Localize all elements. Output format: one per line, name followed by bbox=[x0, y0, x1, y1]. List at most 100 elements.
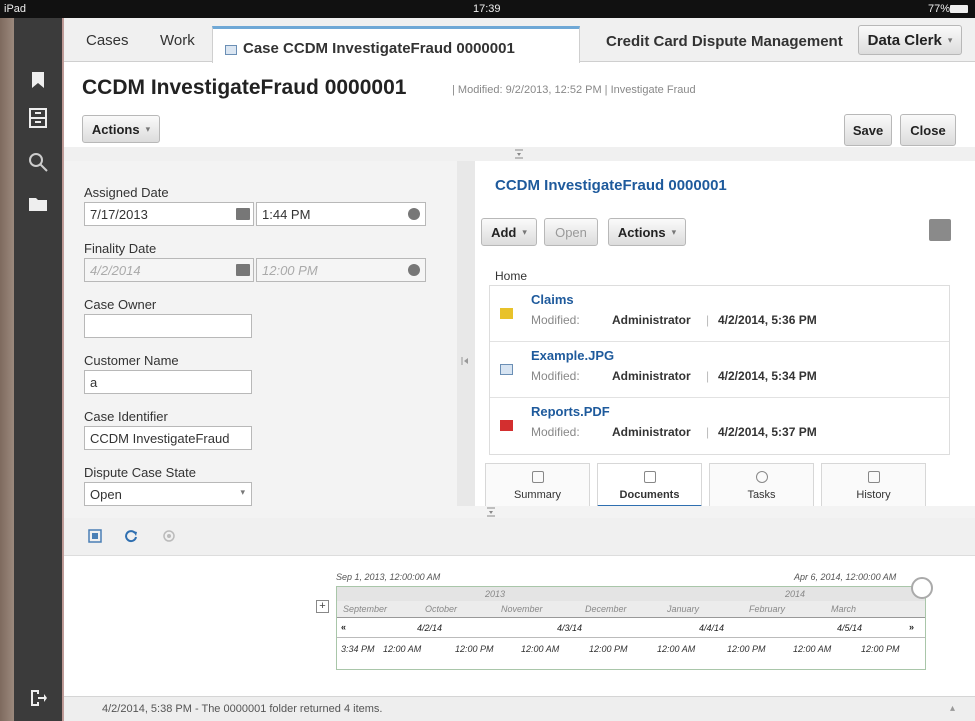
breadcrumb[interactable]: Home bbox=[495, 269, 527, 283]
item-name[interactable]: Reports.PDF bbox=[531, 404, 610, 419]
case-identifier-input[interactable]: CCDM InvestigateFraud bbox=[84, 426, 252, 450]
tab-documents[interactable]: Documents bbox=[597, 463, 702, 507]
splitter-top[interactable] bbox=[64, 147, 975, 161]
list-item[interactable]: Example.JPG Modified: Administrator | 4/… bbox=[490, 342, 949, 398]
customer-name-input[interactable]: a bbox=[84, 370, 252, 394]
folder-actions-label: Actions bbox=[617, 224, 666, 240]
history-icon bbox=[868, 471, 880, 483]
tab-cases[interactable]: Cases bbox=[86, 32, 129, 49]
tab-summary[interactable]: Summary bbox=[485, 463, 590, 507]
month-label: September bbox=[343, 604, 388, 614]
separator: | bbox=[706, 425, 710, 439]
bookmark-icon[interactable] bbox=[26, 68, 50, 92]
close-button[interactable]: Close bbox=[900, 114, 956, 146]
add-button[interactable]: Add ▾ bbox=[481, 218, 537, 246]
top-tab-bar: Cases Work Case CCDM InvestigateFraud 00… bbox=[64, 18, 975, 63]
tab-case-active[interactable]: Case CCDM InvestigateFraud 0000001 bbox=[212, 26, 580, 63]
timeline-months-row: September October November December Janu… bbox=[337, 601, 925, 617]
pdf-file-icon bbox=[500, 420, 513, 431]
month-label: November bbox=[501, 604, 543, 614]
list-item[interactable]: Reports.PDF Modified: Administrator | 4/… bbox=[490, 398, 949, 454]
folder-icon[interactable] bbox=[26, 192, 50, 216]
collapse-left-icon[interactable] bbox=[461, 356, 471, 366]
search-icon[interactable] bbox=[26, 150, 50, 174]
timeline-years-row: 2013 2014 bbox=[337, 587, 925, 601]
separator: | bbox=[706, 313, 710, 327]
date-label: 4/4/14 bbox=[699, 623, 725, 633]
finality-date-label: Finality Date bbox=[84, 241, 157, 256]
folder-actions-button[interactable]: Actions ▾ bbox=[608, 218, 686, 246]
tab-summary-label: Summary bbox=[513, 489, 562, 501]
status-footer: 4/2/2014, 5:38 PM - The 0000001 folder r… bbox=[64, 696, 975, 721]
tab-work[interactable]: Work bbox=[160, 32, 195, 49]
timeline-slider-handle[interactable] bbox=[911, 577, 933, 599]
assigned-date-input[interactable]: 7/17/2013 bbox=[84, 202, 254, 226]
timeline-range-start: Sep 1, 2013, 12:00:00 AM bbox=[336, 572, 441, 582]
dispute-state-select[interactable]: Open ▾ bbox=[84, 482, 252, 506]
view-toggle-icon[interactable] bbox=[929, 219, 951, 241]
assigned-date-label: Assigned Date bbox=[84, 185, 169, 200]
chevron-down-icon: ▾ bbox=[947, 34, 953, 45]
collapse-handle-icon[interactable] bbox=[486, 507, 496, 517]
splitter-bottom[interactable] bbox=[64, 506, 975, 518]
chevron-down-icon: ▾ bbox=[671, 226, 677, 237]
ios-status-bar: iPad 17:39 77% bbox=[0, 0, 975, 18]
role-dropdown[interactable]: Data Clerk ▾ bbox=[858, 25, 962, 55]
tab-documents-label: Documents bbox=[619, 489, 680, 501]
timeline-band[interactable]: 2013 2014 September October November Dec… bbox=[336, 577, 933, 670]
clock: 17:39 bbox=[473, 3, 501, 15]
assigned-time-input[interactable]: 1:44 PM bbox=[256, 202, 426, 226]
chevron-up-icon[interactable]: ▴ bbox=[950, 703, 955, 714]
modified-label: Modified: bbox=[531, 313, 580, 327]
tab-tasks[interactable]: Tasks bbox=[709, 463, 814, 507]
settings-icon[interactable] bbox=[162, 529, 176, 543]
scroll-right-icon[interactable]: » bbox=[909, 622, 914, 632]
battery-level: 77% bbox=[928, 3, 951, 15]
modified-date: 4/2/2014, 5:34 PM bbox=[718, 369, 817, 383]
logout-icon[interactable] bbox=[26, 686, 50, 710]
finality-time-input[interactable]: 12:00 PM bbox=[256, 258, 426, 282]
page-title: CCDM InvestigateFraud 0000001 bbox=[82, 76, 407, 99]
refresh-icon[interactable] bbox=[124, 529, 138, 543]
actions-menu-button[interactable]: Actions ▾ bbox=[82, 115, 160, 143]
tab-history[interactable]: History bbox=[821, 463, 926, 507]
expand-icon[interactable]: + bbox=[316, 600, 329, 613]
open-button[interactable]: Open bbox=[544, 218, 598, 246]
column-splitter[interactable] bbox=[457, 161, 475, 506]
folder-title: CCDM InvestigateFraud 0000001 bbox=[495, 177, 727, 194]
tab-history-label: History bbox=[856, 489, 891, 501]
calendar-icon[interactable] bbox=[236, 208, 250, 220]
item-name[interactable]: Example.JPG bbox=[531, 348, 614, 363]
chevron-down-icon: ▾ bbox=[145, 123, 151, 134]
cabinet-icon[interactable] bbox=[26, 106, 50, 130]
finality-date-input[interactable]: 4/2/2014 bbox=[84, 258, 254, 282]
list-item[interactable]: Claims Modified: Administrator | 4/2/201… bbox=[490, 286, 949, 342]
separator: | bbox=[706, 369, 710, 383]
clock-icon[interactable] bbox=[408, 264, 420, 276]
item-name[interactable]: Claims bbox=[531, 292, 574, 307]
tasks-icon bbox=[756, 471, 768, 483]
timeline-range-end: Apr 6, 2014, 12:00:00 AM bbox=[794, 572, 897, 582]
case-owner-input[interactable] bbox=[84, 314, 252, 338]
scroll-left-icon[interactable]: « bbox=[341, 622, 346, 632]
time-label: 12:00 PM bbox=[589, 644, 628, 654]
month-label: October bbox=[425, 604, 458, 614]
left-nav-sidebar bbox=[14, 18, 62, 721]
modified-info: | Modified: 9/2/2013, 12:52 PM | Investi… bbox=[452, 84, 696, 96]
document-icon bbox=[644, 471, 656, 483]
year-label: 2013 bbox=[485, 589, 506, 599]
calendar-icon[interactable] bbox=[236, 264, 250, 276]
modified-by: Administrator bbox=[612, 425, 691, 439]
image-file-icon bbox=[500, 364, 513, 375]
role-label: Data Clerk bbox=[867, 31, 942, 49]
status-message: 4/2/2014, 5:38 PM - The 0000001 folder r… bbox=[102, 703, 383, 715]
summary-icon bbox=[532, 471, 544, 483]
date-label: 4/2/14 bbox=[417, 623, 443, 633]
clock-icon[interactable] bbox=[408, 208, 420, 220]
collapse-handle-icon[interactable] bbox=[514, 149, 524, 159]
time-label: 12:00 PM bbox=[861, 644, 900, 654]
add-label: Add bbox=[491, 224, 517, 240]
fit-to-view-icon[interactable] bbox=[88, 529, 102, 543]
date-label: 4/3/14 bbox=[557, 623, 583, 633]
save-button[interactable]: Save bbox=[844, 114, 892, 146]
